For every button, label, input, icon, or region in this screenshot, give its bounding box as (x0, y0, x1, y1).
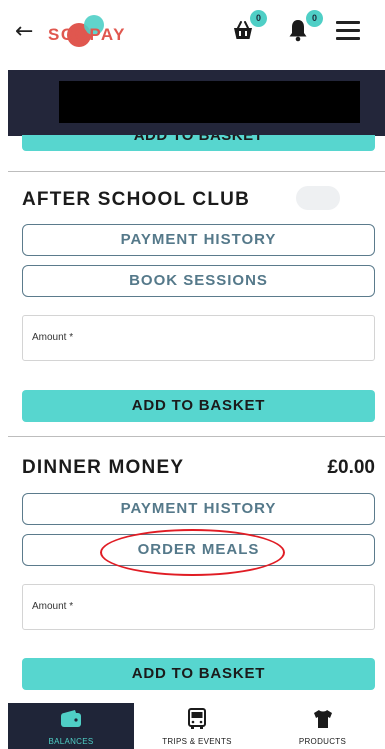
bottom-navigation: BALANCES TRIPS & EVENTS PRODUCTS (8, 703, 385, 749)
nav-balances[interactable]: BALANCES (8, 703, 134, 749)
after-school-payment-history-button[interactable]: PAYMENT HISTORY (22, 224, 375, 256)
dinner-payment-history-button[interactable]: PAYMENT HISTORY (22, 493, 375, 525)
after-school-amount-field[interactable]: Amount * (22, 315, 375, 361)
app-header: ← SCOPAY 0 0 (0, 0, 385, 68)
amount-placeholder: Amount * (32, 601, 74, 612)
dinner-add-to-basket-button[interactable]: ADD TO BASKET (22, 658, 375, 690)
scopay-logo[interactable]: SCOPAY (47, 14, 147, 50)
section-divider (8, 171, 385, 172)
add-to-basket-label: ADD TO BASKET (133, 135, 264, 144)
notifications-button[interactable]: 0 (287, 10, 323, 46)
bus-icon (188, 708, 206, 729)
add-to-basket-button-top[interactable]: ADD TO BASKET (22, 135, 375, 151)
wallet-icon (61, 710, 81, 727)
nav-label-balances: BALANCES (48, 737, 94, 746)
dinner-money-balance: £0.00 (327, 457, 375, 478)
after-school-club-title: AFTER SCHOOL CLUB (22, 189, 250, 210)
nav-products[interactable]: PRODUCTS (260, 703, 385, 749)
redacted-block (59, 81, 360, 123)
after-school-add-to-basket-button[interactable]: ADD TO BASKET (22, 390, 375, 422)
notification-count-badge: 0 (306, 10, 323, 27)
tshirt-icon (313, 710, 332, 728)
menu-icon[interactable] (336, 21, 360, 41)
nav-label-trips-events: TRIPS & EVENTS (162, 737, 232, 746)
annotation-ellipse (100, 529, 285, 576)
logo-text: SCOPAY (48, 25, 126, 44)
dinner-money-title: DINNER MONEY (22, 457, 185, 478)
amount-placeholder: Amount * (32, 332, 74, 343)
basket-button[interactable]: 0 (231, 10, 267, 46)
nav-label-products: PRODUCTS (298, 737, 347, 746)
account-banner (8, 70, 385, 136)
dinner-amount-field[interactable]: Amount * (22, 584, 375, 630)
back-arrow-icon[interactable]: ← (15, 18, 33, 46)
blurred-balance (296, 186, 340, 210)
book-sessions-button[interactable]: BOOK SESSIONS (22, 265, 375, 297)
nav-trips-events[interactable]: TRIPS & EVENTS (134, 703, 260, 749)
section-divider (8, 436, 385, 437)
basket-count-badge: 0 (250, 10, 267, 27)
